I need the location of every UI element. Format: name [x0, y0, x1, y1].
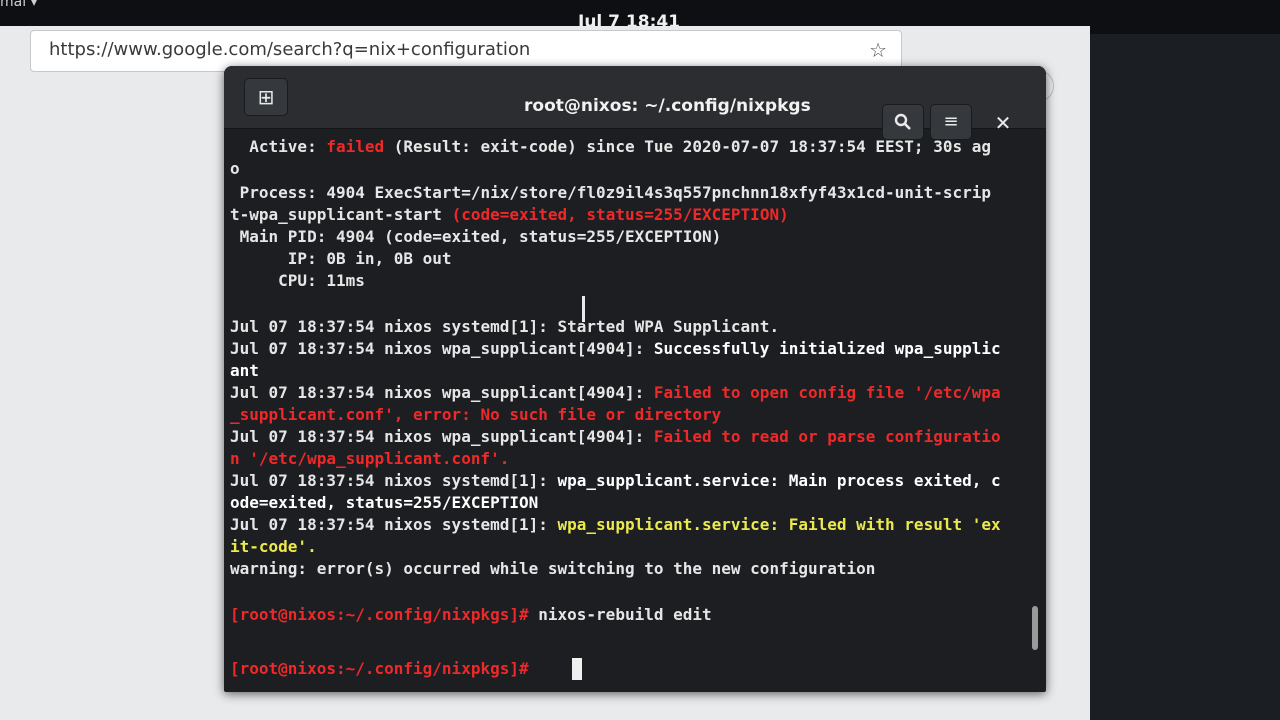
- line-text: Jul 07 18:37:54 nixos wpa_supplicant[490…: [230, 339, 654, 358]
- terminal-window: ⊞ root@nixos: ~/.config/nixpkgs ≡ ✕ Acti…: [224, 66, 1046, 692]
- terminal-line: it-code'.: [230, 537, 317, 556]
- terminal-line: t-wpa_supplicant-start (code=exited, sta…: [230, 204, 789, 226]
- text-cursor: [572, 658, 582, 680]
- terminal-line: _supplicant.conf', error: No such file o…: [230, 405, 722, 424]
- shell-prompt: [root@nixos:~/.config/nixpkgs]#: [230, 659, 539, 678]
- bookmark-star-icon[interactable]: ☆: [869, 38, 887, 62]
- terminal-output[interactable]: Active: failed (Result: exit-code) since…: [230, 130, 1022, 690]
- terminal-line: Jul 07 18:37:54 nixos systemd[1]: Starte…: [230, 317, 780, 336]
- terminal-headerbar: ⊞ root@nixos: ~/.config/nixpkgs ≡ ✕: [224, 66, 1046, 140]
- terminal-line: Jul 07 18:37:54 nixos systemd[1]: wpa_su…: [230, 470, 1001, 492]
- error-text: Failed to open config file '/etc/wpa: [653, 383, 1001, 402]
- status-failed: failed: [326, 137, 385, 156]
- terminal-line: [root@nixos:~/.config/nixpkgs]# nixos-re…: [230, 604, 712, 626]
- line-text: Active:: [230, 137, 327, 156]
- line-text: Jul 07 18:37:54 nixos wpa_supplicant[490…: [230, 427, 654, 446]
- terminal-line: n '/etc/wpa_supplicant.conf'.: [230, 449, 510, 468]
- terminal-line: [root@nixos:~/.config/nixpkgs]#: [230, 658, 538, 680]
- line-text: (Result: exit-code) since Tue 2020-07-07…: [384, 137, 991, 156]
- line-text: Jul 07 18:37:54 nixos wpa_supplicant[490…: [230, 383, 654, 402]
- command-text: nixos-rebuild edit: [538, 605, 712, 624]
- line-text: Jul 07 18:37:54 nixos systemd[1]:: [230, 471, 558, 490]
- line-text: Jul 07 18:37:54 nixos systemd[1]:: [230, 515, 558, 534]
- terminal-line: Jul 07 18:37:54 nixos wpa_supplicant[490…: [230, 338, 1001, 360]
- mouse-ibeam-icon: [582, 296, 585, 322]
- terminal-line: Active: failed (Result: exit-code) since…: [230, 136, 991, 158]
- terminal-line: ant: [230, 361, 259, 380]
- line-text: t-wpa_supplicant-start: [230, 205, 452, 224]
- error-text: (code=exited, status=255/EXCEPTION): [451, 205, 789, 224]
- terminal-line: Jul 07 18:37:54 nixos systemd[1]: wpa_su…: [230, 514, 1001, 536]
- terminal-line: CPU: 11ms: [230, 271, 365, 290]
- terminal-line: Jul 07 18:37:54 nixos wpa_supplicant[490…: [230, 382, 1001, 404]
- search-icon: [894, 113, 911, 130]
- warning-text: wpa_supplicant.service: Failed with resu…: [557, 515, 1001, 534]
- new-tab-icon: ⊞: [257, 85, 275, 109]
- terminal-line: Process: 4904 ExecStart=/nix/store/fl0z9…: [230, 183, 991, 202]
- highlight-text: wpa_supplicant.service: Main process exi…: [557, 471, 1001, 490]
- terminal-title: root@nixos: ~/.config/nixpkgs: [524, 96, 811, 116]
- new-tab-button[interactable]: ⊞: [244, 78, 288, 116]
- scrollbar[interactable]: [1032, 606, 1038, 650]
- terminal-line: Main PID: 4904 (code=exited, status=255/…: [230, 227, 722, 246]
- terminal-line: IP: 0B in, 0B out: [230, 249, 452, 268]
- url-text[interactable]: https://www.google.com/search?q=nix+conf…: [49, 39, 530, 60]
- terminal-line: warning: error(s) occurred while switchi…: [230, 559, 876, 578]
- shell-prompt: [root@nixos:~/.config/nixpkgs]#: [230, 605, 539, 624]
- highlight-text: Successfully initialized wpa_supplic: [653, 339, 1001, 358]
- terminal-line: o: [230, 159, 240, 178]
- hamburger-icon: ≡: [943, 111, 959, 132]
- app-menu[interactable]: mal ▾: [0, 0, 38, 10]
- error-text: Failed to read or parse configuratio: [653, 427, 1001, 446]
- terminal-line: Jul 07 18:37:54 nixos wpa_supplicant[490…: [230, 426, 1001, 448]
- terminal-line: ode=exited, status=255/EXCEPTION: [230, 493, 539, 512]
